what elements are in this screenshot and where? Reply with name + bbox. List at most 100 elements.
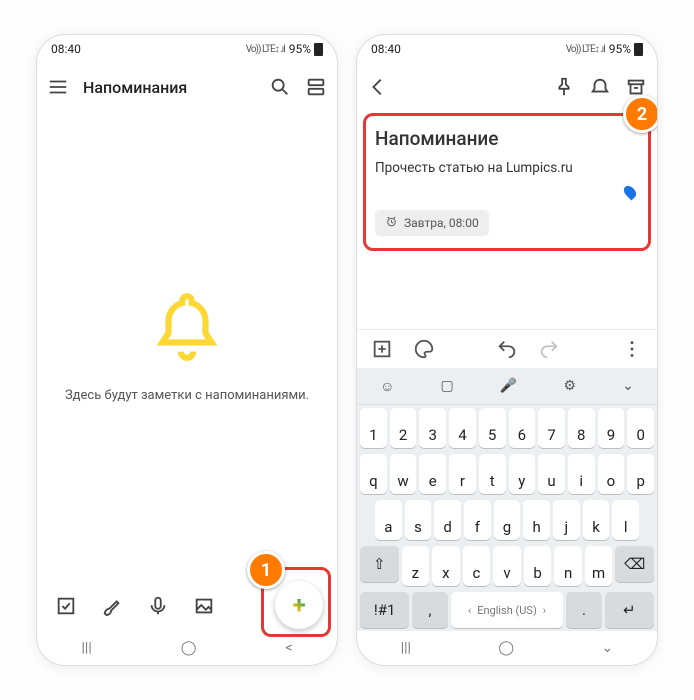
phone-left: 08:40 Vo)) LTE↕ .ıl 95% Напоминания Здес… <box>37 35 337 665</box>
battery: 95% <box>289 42 311 56</box>
key-z[interactable]: z <box>402 546 430 586</box>
more-icon[interactable] <box>621 338 643 360</box>
note-editor[interactable]: 2 Напоминание Прочесть статью на Lumpics… <box>357 111 657 244</box>
key-r[interactable]: r <box>449 454 476 494</box>
key-u[interactable]: u <box>538 454 565 494</box>
key-j[interactable]: j <box>553 500 580 540</box>
reminder-icon[interactable] <box>589 76 611 98</box>
key-e[interactable]: e <box>419 454 446 494</box>
backspace-key[interactable]: ⌫ <box>615 546 654 582</box>
plus-icon: + <box>292 591 305 619</box>
shift-key[interactable]: ⇧ <box>360 546 399 582</box>
menu-icon[interactable] <box>47 76 69 98</box>
pin-icon[interactable] <box>553 76 575 98</box>
symbols-key[interactable]: !#1 <box>360 592 409 628</box>
key-p[interactable]: p <box>627 454 654 494</box>
mic-icon[interactable] <box>147 595 169 617</box>
key-l[interactable]: l <box>612 500 639 540</box>
recents-button[interactable]: ||| <box>401 640 411 656</box>
keyboard: ☺ ▢ 🎤 ⚙ ⌄ 1234567890 qwertyuiop asdfghjk… <box>357 368 657 631</box>
app-title: Напоминания <box>83 78 187 97</box>
key-5[interactable]: 5 <box>479 408 506 448</box>
home-button[interactable]: ◯ <box>181 640 197 656</box>
key-t[interactable]: t <box>479 454 506 494</box>
period-key[interactable]: . <box>566 592 601 628</box>
keyboard-hide-button[interactable]: ⌄ <box>602 640 614 656</box>
comma-key[interactable]: , <box>412 592 447 628</box>
empty-text: Здесь будут заметки с напоминаниями. <box>65 388 309 403</box>
key-q[interactable]: q <box>360 454 387 494</box>
key-y[interactable]: y <box>509 454 536 494</box>
note-body[interactable]: Прочесть статью на Lumpics.ru <box>375 160 639 176</box>
key-h[interactable]: h <box>523 500 550 540</box>
key-v[interactable]: v <box>493 546 521 586</box>
key-n[interactable]: n <box>554 546 582 586</box>
key-9[interactable]: 9 <box>598 408 625 448</box>
back-button[interactable]: < <box>285 640 292 656</box>
back-icon[interactable] <box>367 76 389 98</box>
image-icon[interactable] <box>193 595 215 617</box>
brush-icon[interactable] <box>101 595 123 617</box>
settings-icon[interactable]: ⚙ <box>563 378 576 394</box>
app-bar <box>357 63 657 111</box>
key-f[interactable]: f <box>464 500 491 540</box>
key-o[interactable]: o <box>598 454 625 494</box>
enter-key[interactable]: ↵ <box>605 592 654 628</box>
key-w[interactable]: w <box>390 454 417 494</box>
recents-button[interactable]: ||| <box>81 640 91 656</box>
key-g[interactable]: g <box>494 500 521 540</box>
chip-label: Завтра, 08:00 <box>404 216 479 230</box>
key-8[interactable]: 8 <box>568 408 595 448</box>
key-c[interactable]: c <box>463 546 491 586</box>
time: 08:40 <box>371 42 401 56</box>
key-3[interactable]: 3 <box>419 408 446 448</box>
signal: Vo)) LTE↕ .ıl <box>566 44 605 55</box>
undo-icon[interactable] <box>496 338 518 360</box>
note-title[interactable]: Напоминание <box>375 127 639 150</box>
alarm-icon <box>385 215 398 231</box>
system-nav: ||| ◯ ⌄ <box>357 631 657 665</box>
key-2[interactable]: 2 <box>390 408 417 448</box>
voice-icon[interactable]: 🎤 <box>500 378 517 394</box>
key-7[interactable]: 7 <box>538 408 565 448</box>
layout-icon[interactable] <box>305 76 327 98</box>
home-button[interactable]: ◯ <box>498 640 514 656</box>
emoji-icon[interactable]: ☺ <box>380 378 394 395</box>
key-d[interactable]: d <box>434 500 461 540</box>
redo-icon[interactable] <box>538 338 560 360</box>
key-x[interactable]: x <box>432 546 460 586</box>
key-k[interactable]: k <box>583 500 610 540</box>
space-key[interactable]: ‹English (US)› <box>451 592 564 628</box>
key-i[interactable]: i <box>568 454 595 494</box>
callout-1: 1 <box>247 551 285 589</box>
time: 08:40 <box>51 42 81 56</box>
key-b[interactable]: b <box>524 546 552 586</box>
checkbox-icon[interactable] <box>55 595 77 617</box>
key-4[interactable]: 4 <box>449 408 476 448</box>
bell-icon <box>150 290 224 364</box>
phone-right: 08:40 Vo)) LTE↕ .ıl 95% 2 Напоминание Пр… <box>357 35 657 665</box>
reminder-chip[interactable]: Завтра, 08:00 <box>375 210 489 236</box>
bottom-toolbar: + 1 <box>37 581 337 631</box>
expand-icon[interactable]: ⌄ <box>622 378 634 394</box>
sticker-icon[interactable]: ▢ <box>441 378 454 394</box>
status-bar: 08:40 Vo)) LTE↕ .ıl 95% <box>357 35 657 63</box>
key-s[interactable]: s <box>405 500 432 540</box>
format-bar <box>357 329 657 368</box>
key-a[interactable]: a <box>375 500 402 540</box>
battery: 95% <box>609 42 631 56</box>
key-0[interactable]: 0 <box>627 408 654 448</box>
system-nav: ||| ◯ < <box>37 631 337 665</box>
search-icon[interactable] <box>269 76 291 98</box>
app-bar: Напоминания <box>37 63 337 111</box>
key-m[interactable]: m <box>585 546 613 586</box>
battery-icon <box>634 43 643 56</box>
add-box-icon[interactable] <box>371 338 393 360</box>
key-1[interactable]: 1 <box>360 408 387 448</box>
palette-icon[interactable] <box>413 338 435 360</box>
fab-new-note[interactable]: + <box>275 581 323 629</box>
empty-state: Здесь будут заметки с напоминаниями. <box>37 111 337 581</box>
key-6[interactable]: 6 <box>509 408 536 448</box>
suggestion-bar: ☺ ▢ 🎤 ⚙ ⌄ <box>357 368 657 405</box>
status-bar: 08:40 Vo)) LTE↕ .ıl 95% <box>37 35 337 63</box>
